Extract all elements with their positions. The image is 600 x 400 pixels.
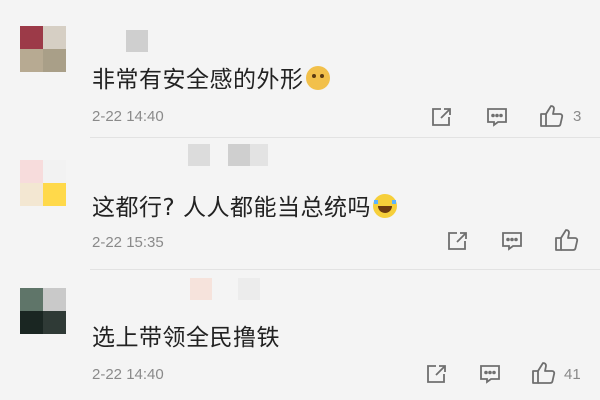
comment-item: 选上带领全民撸铁 2-22 14:40 41 [0, 270, 600, 400]
timestamp: 2-22 14:40 [92, 366, 164, 383]
comment-item: 非常有安全感的外形 2-22 14:40 3 [0, 0, 600, 138]
share-icon[interactable] [429, 106, 455, 130]
comment-text: 选上带领全民撸铁 [92, 318, 280, 352]
comment-icon[interactable] [500, 230, 526, 254]
comment-text-body: 这都行? 人人都能当总统吗 [92, 195, 372, 221]
avatar[interactable] [20, 26, 66, 72]
comment-text-body: 非常有安全感的外形 [92, 67, 304, 93]
share-icon[interactable] [424, 363, 450, 387]
laughing-crying-emoji-icon [373, 194, 398, 218]
comment-icon[interactable] [485, 106, 511, 130]
like-count: 41 [564, 366, 581, 383]
username-blurred[interactable] [188, 144, 268, 166]
share-icon[interactable] [445, 230, 471, 254]
username-blurred[interactable] [126, 30, 148, 52]
comment-text: 非常有安全感的外形 [92, 60, 330, 94]
like-count: 3 [573, 108, 582, 125]
doge-emoji-icon [305, 66, 330, 90]
comment-text-body: 选上带领全民撸铁 [92, 325, 280, 351]
comment-icon[interactable] [478, 363, 504, 387]
thumbs-up-icon[interactable] [531, 361, 557, 385]
avatar[interactable] [20, 160, 66, 206]
username-blurred[interactable] [190, 278, 260, 300]
timestamp: 2-22 15:35 [92, 234, 164, 251]
avatar[interactable] [20, 288, 66, 334]
timestamp: 2-22 14:40 [92, 108, 164, 125]
comment-text: 这都行? 人人都能当总统吗 [92, 188, 398, 222]
thumbs-up-icon[interactable] [539, 104, 565, 128]
comment-item: 这都行? 人人都能当总统吗 2-22 15:35 [0, 138, 600, 270]
thumbs-up-icon[interactable] [554, 228, 580, 252]
